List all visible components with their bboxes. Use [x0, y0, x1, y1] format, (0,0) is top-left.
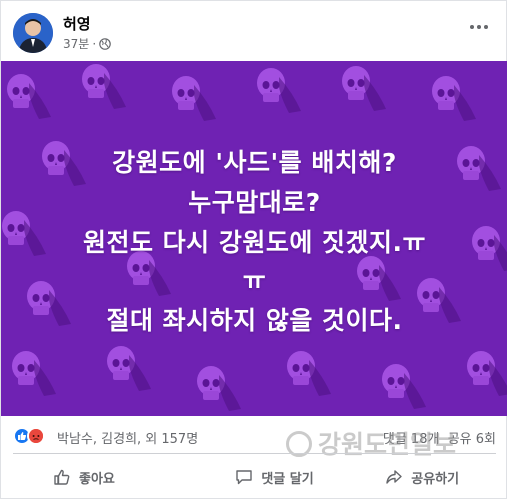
like-label: 좋아요	[79, 471, 115, 487]
share-label: 공유하기	[411, 471, 460, 487]
divider	[13, 453, 496, 454]
watermark-text: 강원도민일보	[318, 430, 457, 459]
post-time[interactable]: 37분	[63, 35, 89, 52]
share-icon	[386, 470, 402, 484]
comment-icon	[236, 470, 253, 485]
caption-line-4: ㅠ	[242, 266, 267, 295]
caption-line-3: 원전도 다시 강원도에 짓겠지.ㅠ	[82, 228, 427, 257]
reaction-names[interactable]: 박남수, 김경희, 외 157명	[57, 428, 198, 447]
post-header: 허영 37분 ·	[13, 11, 493, 55]
image-caption: 강원도에 '사드'를 배치해? 누구맘대로? 원전도 다시 강원도에 짓겠지.ㅠ…	[1, 61, 507, 416]
angry-reaction-icon	[27, 427, 45, 445]
facebook-post: 허영 37분 · 강원도에 '사드'를 배치해? 누구맘대로? 원전도 다시 강…	[0, 0, 507, 499]
share-button[interactable]: 공유하기	[348, 459, 496, 495]
caption-line-1: 강원도에 '사드'를 배치해?	[112, 148, 397, 177]
like-button[interactable]: 좋아요	[13, 459, 201, 495]
thumbs-up-icon	[54, 469, 70, 485]
meta-separator: ·	[92, 36, 97, 51]
comment-button[interactable]: 댓글 달기	[201, 459, 349, 495]
author-avatar[interactable]	[13, 13, 53, 53]
post-actions: 좋아요 댓글 달기 공유하기	[13, 459, 496, 495]
author-name[interactable]: 허영	[63, 13, 91, 34]
globe-icon	[99, 37, 111, 50]
caption-line-5: 절대 좌시하지 않을 것이다.	[106, 306, 403, 335]
more-options-icon[interactable]	[465, 15, 493, 39]
post-image[interactable]: 강원도에 '사드'를 배치해? 누구맘대로? 원전도 다시 강원도에 짓겠지.ㅠ…	[1, 61, 507, 416]
post-meta: 37분 ·	[63, 35, 111, 52]
caption-line-2: 누구맘대로?	[188, 188, 321, 217]
reaction-icons[interactable]	[13, 427, 45, 445]
comment-label: 댓글 달기	[261, 471, 314, 487]
